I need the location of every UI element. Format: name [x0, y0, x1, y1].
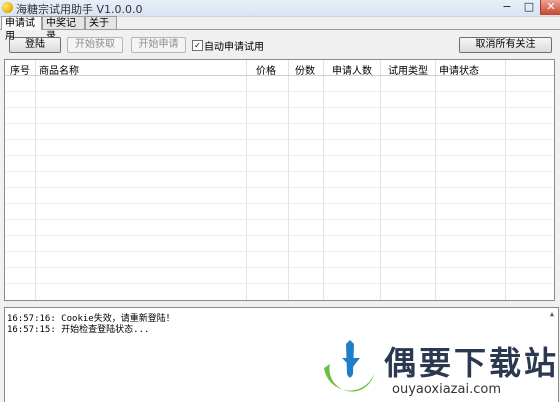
- tab-divider: [0, 29, 560, 30]
- app-icon: [2, 2, 13, 13]
- row-divider: [5, 203, 554, 204]
- table-header: 序号 商品名称 价格 份数 申请人数 试用类型 申请状态: [5, 60, 554, 77]
- row-divider: [5, 91, 554, 92]
- login-button[interactable]: 登陆: [9, 37, 61, 53]
- column-divider: [380, 60, 381, 300]
- maximize-button[interactable]: □: [518, 0, 540, 15]
- row-divider: [5, 139, 554, 140]
- column-divider: [246, 60, 247, 300]
- title-bar: 海糖宗试用助手 V1.0.0.0 − □ ✕: [0, 0, 560, 17]
- column-divider: [35, 60, 36, 300]
- row-divider: [5, 107, 554, 108]
- tab-apply-trial[interactable]: 申请试用: [1, 16, 42, 42]
- row-divider: [5, 155, 554, 156]
- column-divider: [288, 60, 289, 300]
- auto-apply-label: 自动申请试用: [204, 42, 264, 53]
- row-divider: [5, 219, 554, 220]
- tab-win-records[interactable]: 中奖记录: [42, 16, 85, 42]
- row-divider: [5, 187, 554, 188]
- close-button[interactable]: ✕: [540, 0, 560, 15]
- watermark-title: 偶要下载站: [384, 344, 560, 382]
- row-divider: [5, 283, 554, 284]
- watermark-url: ouyaoxiazai.com: [392, 382, 501, 397]
- header-divider: [5, 75, 554, 76]
- scroll-up-arrow-icon[interactable]: ▲: [546, 308, 558, 320]
- row-divider: [5, 251, 554, 252]
- auto-apply-checkbox[interactable]: ✓: [192, 40, 203, 51]
- log-line: 16:57:15: 开始检查登陆状态...: [7, 325, 150, 335]
- minimize-button[interactable]: −: [496, 0, 518, 15]
- watermark-logo-icon: [324, 340, 374, 392]
- column-divider: [435, 60, 436, 300]
- watermark: 偶要下载站 ouyaoxiazai.com: [316, 334, 560, 401]
- row-divider: [5, 235, 554, 236]
- tab-strip: 申请试用 中奖记录 关于: [0, 16, 560, 42]
- start-apply-button[interactable]: 开始申请: [131, 37, 186, 53]
- row-divider: [5, 267, 554, 268]
- row-divider: [5, 123, 554, 124]
- row-divider: [5, 171, 554, 172]
- column-divider: [323, 60, 324, 300]
- column-divider: [505, 60, 506, 300]
- window-title: 海糖宗试用助手 V1.0.0.0: [16, 3, 143, 16]
- unfollow-all-button[interactable]: 取消所有关注: [459, 37, 552, 53]
- tab-about[interactable]: 关于: [85, 16, 117, 29]
- start-fetch-button[interactable]: 开始获取: [67, 37, 123, 53]
- product-table[interactable]: 序号 商品名称 价格 份数 申请人数 试用类型 申请状态: [4, 59, 555, 301]
